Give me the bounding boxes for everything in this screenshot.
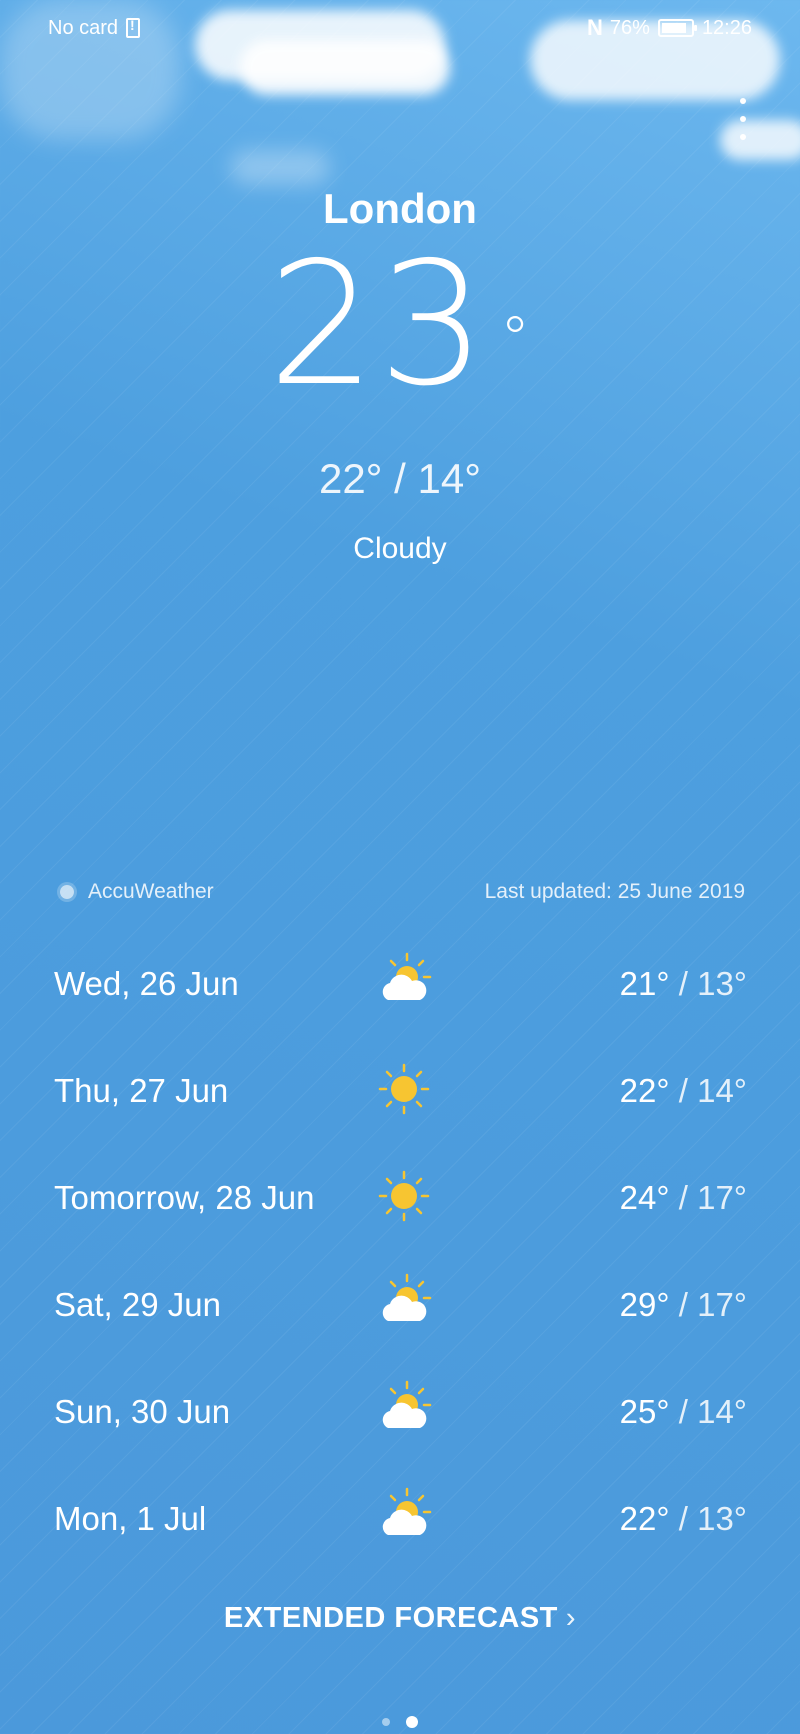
provider-row: AccuWeather Last updated: 25 June 2019: [60, 880, 745, 904]
forecast-low: 14°: [697, 1392, 747, 1430]
forecast-row[interactable]: Thu, 27 Jun 22° / 14°: [54, 1037, 747, 1144]
more-options-icon[interactable]: [738, 98, 748, 140]
forecast-low: 17°: [697, 1178, 747, 1216]
forecast-high: 22°: [619, 1071, 670, 1109]
page-indicator: [0, 1716, 800, 1728]
forecast-day: Tomorrow, 28 Jun: [54, 1178, 315, 1216]
battery-icon: [657, 19, 697, 37]
forecast-range: 22° / 14°: [619, 1071, 747, 1109]
chevron-right-icon: ›: [565, 1602, 577, 1634]
sim-alert-icon: [126, 17, 141, 38]
forecast-high: 22°: [619, 1499, 670, 1537]
forecast-row[interactable]: Tomorrow, 28 Jun 24° / 17°: [54, 1144, 747, 1251]
partly-cloudy-icon: [374, 1273, 434, 1333]
forecast-day: Sat, 29 Jun: [54, 1285, 221, 1323]
page-dot-active[interactable]: [406, 1716, 418, 1728]
forecast-low: 17°: [697, 1285, 747, 1323]
forecast-row[interactable]: Mon, 1 Jul 22° / 13°: [54, 1465, 747, 1572]
weather-condition: Cloudy: [353, 532, 447, 565]
provider-name: AccuWeather: [88, 880, 214, 903]
extended-forecast-label: EXTENDED FORECAST: [223, 1602, 558, 1634]
forecast-day: Wed, 26 Jun: [54, 964, 239, 1002]
forecast-low: 14°: [697, 1071, 747, 1109]
forecast-row[interactable]: Wed, 26 Jun 21° / 13°: [54, 930, 747, 1037]
sky-cloud: [720, 120, 800, 160]
high-low-temperature: 22° / 14°: [0, 455, 800, 503]
separator: /: [382, 455, 418, 502]
forecast-low: 13°: [697, 1499, 747, 1537]
status-bar: No card Ν 76% 12:26: [48, 12, 752, 44]
today-high: 22°: [318, 455, 383, 502]
forecast-range: 29° / 17°: [619, 1285, 747, 1323]
partly-cloudy-icon: [374, 1380, 434, 1440]
forecast-high: 29°: [619, 1285, 670, 1323]
forecast-range: 24° / 17°: [619, 1178, 747, 1216]
forecast-day: Mon, 1 Jul: [54, 1499, 207, 1537]
temperature-value: 23: [267, 226, 489, 424]
sky-cloud: [230, 150, 330, 185]
degree-symbol: °: [500, 304, 533, 374]
nfc-icon: Ν: [587, 15, 603, 40]
forecast-row[interactable]: Sun, 30 Jun 25° / 14°: [54, 1358, 747, 1465]
last-updated: Last updated: 25 June 2019: [484, 880, 745, 903]
battery-percent: 76%: [609, 16, 650, 39]
forecast-low: 13°: [697, 964, 747, 1002]
page-dot[interactable]: [382, 1718, 390, 1726]
forecast-high: 25°: [619, 1392, 670, 1430]
partly-cloudy-icon: [374, 1487, 434, 1547]
accuweather-logo-icon: [60, 885, 74, 899]
forecast-range: 21° / 13°: [619, 964, 747, 1002]
forecast-day: Thu, 27 Jun: [54, 1071, 229, 1109]
today-low: 14°: [417, 455, 482, 502]
sunny-icon: [374, 1059, 434, 1119]
current-temperature: 23 °: [0, 240, 800, 410]
sunny-icon: [374, 1166, 434, 1226]
partly-cloudy-icon: [374, 952, 434, 1012]
sky-cloud: [240, 40, 450, 95]
forecast-day: Sun, 30 Jun: [54, 1392, 231, 1430]
forecast-row[interactable]: Sat, 29 Jun 29° / 17°: [54, 1251, 747, 1358]
clock-time: 12:26: [701, 16, 752, 39]
provider-link[interactable]: AccuWeather: [60, 880, 214, 904]
carrier-text: No card: [48, 16, 119, 39]
extended-forecast-button[interactable]: EXTENDED FORECAST ›: [0, 1602, 800, 1635]
daily-forecast-list: Wed, 26 Jun 21° / 13° Thu, 27 Jun 22° / …: [54, 930, 747, 1572]
forecast-range: 25° / 14°: [619, 1392, 747, 1430]
forecast-high: 24°: [619, 1178, 670, 1216]
forecast-range: 22° / 13°: [619, 1499, 747, 1537]
forecast-high: 21°: [619, 964, 670, 1002]
